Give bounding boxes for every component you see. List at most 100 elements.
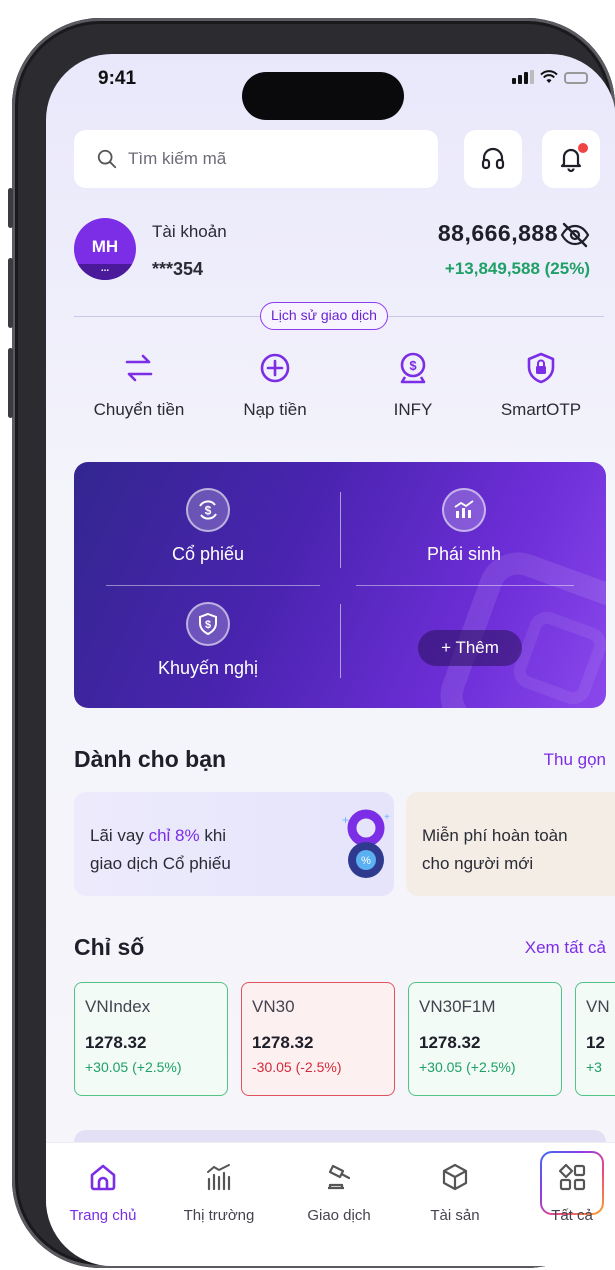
account-label: Tài khoản xyxy=(152,222,227,241)
home-icon xyxy=(90,1164,116,1191)
divider xyxy=(106,585,320,586)
dynamic-island xyxy=(242,72,404,120)
volume-down-button xyxy=(8,348,13,418)
stock-exchange-icon: $ xyxy=(199,500,217,520)
see-all-link[interactable]: Xem tất cả xyxy=(525,938,606,958)
index-value: 12 xyxy=(586,1033,605,1052)
promo-highlight: chỉ 8% xyxy=(148,826,200,845)
gavel-icon xyxy=(328,1164,351,1190)
svg-text:+: + xyxy=(384,812,390,823)
product-label: Phái sinh xyxy=(426,544,502,564)
search-input[interactable] xyxy=(128,149,408,169)
grid-icon xyxy=(558,1163,586,1191)
search-icon xyxy=(97,149,117,169)
nav-home[interactable]: Trang chủ xyxy=(48,1161,158,1224)
screen: 9:41 Tìm kiếm mã MH ... Tài khoản ***354… xyxy=(46,54,615,1266)
market-chart-icon xyxy=(207,1164,231,1191)
account-number: ***354 xyxy=(152,259,204,279)
nav-label: Tài sản xyxy=(430,1207,480,1224)
wifi-icon xyxy=(540,70,558,83)
collapse-link[interactable]: Thu gọn xyxy=(544,750,606,770)
quick-action-transfer[interactable]: Chuyển tiền xyxy=(74,350,204,420)
shield-lock-icon xyxy=(527,352,555,384)
add-more-button[interactable]: + Thêm xyxy=(418,630,522,666)
balance-change: +13,849,588 (25%) xyxy=(444,259,590,278)
nav-all[interactable]: Tất cả xyxy=(517,1161,615,1224)
section-title-indices: Chỉ số xyxy=(74,934,145,960)
quick-action-label: SmartOTP xyxy=(500,400,582,419)
status-time: 9:41 xyxy=(98,68,137,89)
box-icon xyxy=(442,1163,468,1191)
index-change: +30.05 (+2.5%) xyxy=(85,1059,182,1075)
headset-icon xyxy=(481,147,505,170)
index-card[interactable]: VN30F1M 1278.32 +30.05 (+2.5%) xyxy=(408,982,562,1096)
index-name: VN30F1M xyxy=(419,997,496,1016)
account-balance: 88,666,888 xyxy=(437,220,558,246)
quick-action-label: Nạp tiền xyxy=(243,400,307,419)
product-recommend[interactable]: $ Khuyến nghị xyxy=(108,602,308,679)
notification-dot xyxy=(578,143,588,153)
index-name: VNIndex xyxy=(85,997,151,1016)
promo-card-new-user[interactable]: Miễn phí hoàn toàn cho người mới xyxy=(406,792,615,896)
support-button[interactable] xyxy=(464,130,522,188)
nav-label: Tất cả xyxy=(551,1207,593,1224)
section-title-for-you: Dành cho bạn xyxy=(74,746,227,772)
svg-text:%: % xyxy=(361,855,371,867)
signal-icon xyxy=(512,70,534,84)
product-label: Khuyến nghị xyxy=(157,658,259,678)
eye-off-icon[interactable] xyxy=(560,222,590,248)
nav-assets[interactable]: Tài sản xyxy=(400,1161,510,1224)
quick-action-label: Chuyển tiền xyxy=(93,400,185,419)
nav-label: Giao dịch xyxy=(307,1207,371,1224)
index-value: 1278.32 xyxy=(419,1033,481,1052)
chart-bars-icon xyxy=(454,500,474,518)
index-value: 1278.32 xyxy=(252,1033,314,1052)
product-stocks[interactable]: $ Cổ phiếu xyxy=(108,488,308,565)
avatar-initials: MH xyxy=(91,237,119,256)
phone-frame: 9:41 Tìm kiếm mã MH ... Tài khoản ***354… xyxy=(8,18,615,1268)
notification-button[interactable] xyxy=(542,130,600,188)
number-eight-illustration: % + + xyxy=(342,809,390,878)
dollar-badge-icon: $ xyxy=(400,352,426,384)
quick-action-smartotp[interactable]: SmartOTP xyxy=(476,350,606,420)
product-label: Cổ phiếu xyxy=(171,544,245,564)
bottom-nav: Trang chủ Thị trường Giao dịch Tài sản T… xyxy=(46,1142,615,1266)
battery-icon xyxy=(564,72,588,84)
divider xyxy=(340,604,341,678)
transfer-icon xyxy=(125,354,153,382)
svg-text:$: $ xyxy=(409,358,417,373)
svg-text:+: + xyxy=(342,813,349,827)
quick-action-label: INFY xyxy=(393,400,433,419)
product-derivatives[interactable]: Phái sinh xyxy=(364,488,564,565)
promo-text: cho người mới xyxy=(422,854,534,873)
index-card[interactable]: VN30 1278.32 -30.05 (-2.5%) xyxy=(241,982,395,1096)
nav-market[interactable]: Thị trường xyxy=(164,1161,274,1224)
index-name: VN30 xyxy=(252,997,295,1016)
index-card[interactable]: VN 12 +3 xyxy=(575,982,615,1096)
svg-text:$: $ xyxy=(205,504,212,518)
avatar-more: ... xyxy=(74,264,136,280)
promo-text: Miễn phí hoàn toàn xyxy=(422,826,568,845)
transaction-history-link[interactable]: Lịch sử giao dịch xyxy=(260,302,388,330)
product-card: $ Cổ phiếu Phái sinh $ Khuyến nghị + Thê… xyxy=(74,462,606,708)
index-name: VN xyxy=(586,997,610,1016)
index-change: +3 xyxy=(586,1059,602,1075)
quick-action-deposit[interactable]: Nạp tiền xyxy=(210,350,340,420)
index-change: -30.05 (-2.5%) xyxy=(252,1059,342,1075)
nav-label: Thị trường xyxy=(183,1207,255,1224)
svg-text:$: $ xyxy=(205,619,211,631)
index-value: 1278.32 xyxy=(85,1033,147,1052)
nav-label: Trang chủ xyxy=(69,1207,137,1224)
shield-dollar-icon: $ xyxy=(199,612,217,636)
index-change: +30.05 (+2.5%) xyxy=(419,1059,516,1075)
search-bar[interactable] xyxy=(74,130,438,188)
quick-action-infy[interactable]: $ INFY xyxy=(348,350,478,420)
index-card[interactable]: VNIndex 1278.32 +30.05 (+2.5%) xyxy=(74,982,228,1096)
volume-up-button xyxy=(8,258,13,328)
mute-switch xyxy=(8,188,13,228)
promo-card-loan[interactable]: Lãi vay chỉ 8% khi giao dịch Cổ phiếu % … xyxy=(74,792,394,896)
nav-trading[interactable]: Giao dịch xyxy=(284,1161,394,1224)
status-icons xyxy=(512,70,588,84)
avatar[interactable]: MH ... xyxy=(74,218,136,280)
divider xyxy=(356,585,574,586)
